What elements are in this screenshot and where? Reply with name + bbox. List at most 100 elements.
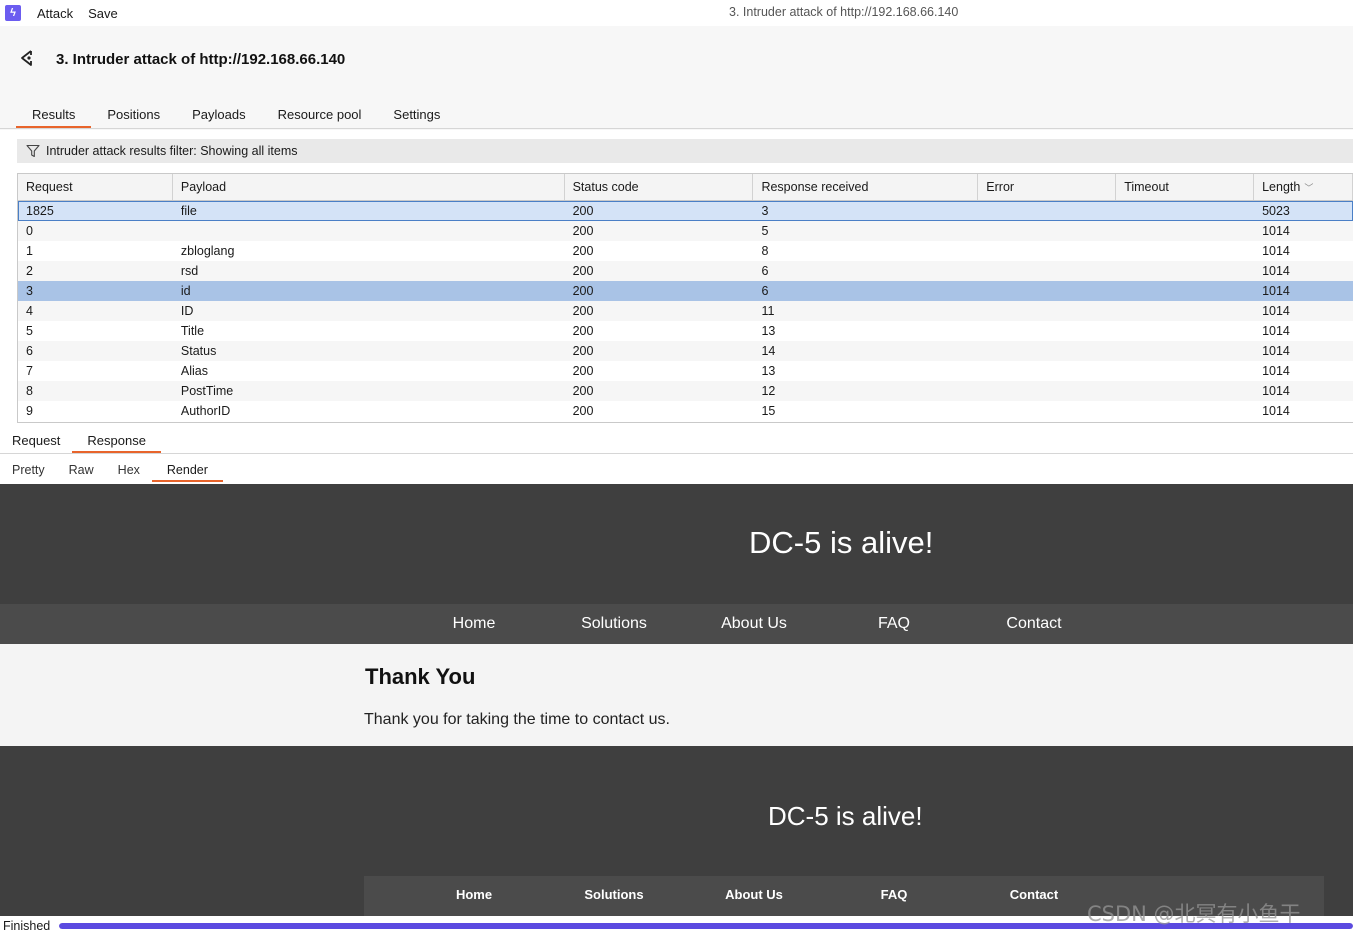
page-title: 3. Intruder attack of http://192.168.66.…	[56, 51, 346, 68]
cell-timeout	[1116, 381, 1254, 401]
cell-request: 8	[26, 384, 33, 398]
cell-response-received: 15	[761, 404, 776, 418]
cell-request: 3	[26, 284, 33, 298]
column-header-response-received[interactable]: Response received	[753, 174, 979, 200]
render-footer-nav-about-us[interactable]: About Us	[684, 876, 824, 914]
attack-header: 3. Intruder attack of http://192.168.66.…	[0, 26, 1353, 130]
cell-payload	[173, 221, 565, 241]
cell-status-code: 200	[572, 224, 594, 238]
render-footer-nav-home[interactable]: Home	[404, 876, 544, 914]
table-row[interactable]: 8 PostTime 200 12 1014	[18, 381, 1353, 401]
render-nav-about-us[interactable]: About Us	[684, 604, 824, 644]
menu-save[interactable]: Save	[88, 6, 118, 21]
cell-timeout	[1116, 401, 1254, 421]
cell-error	[978, 401, 1116, 421]
column-header-length[interactable]: Length ﹀	[1254, 174, 1353, 200]
cell-length: 1014	[1262, 304, 1290, 318]
attack-tabs: Results Positions Payloads Resource pool…	[16, 106, 456, 130]
render-footer-nav-contact[interactable]: Contact	[964, 876, 1104, 914]
column-header-status-code[interactable]: Status code	[565, 174, 754, 200]
cell-response-received: 12	[761, 384, 776, 398]
cell-request: 4	[26, 304, 33, 318]
cell-response-received: 8	[761, 244, 769, 258]
filter-text: Intruder attack results filter: Showing …	[46, 144, 298, 158]
cell-status-code: 200	[572, 304, 594, 318]
tab-raw[interactable]: Raw	[57, 458, 106, 482]
table-row[interactable]: 4 ID 200 11 1014	[18, 301, 1353, 321]
render-nav-faq[interactable]: FAQ	[824, 604, 964, 644]
status-text: Finished	[3, 919, 51, 933]
render-site-title: DC-5 is alive!	[749, 525, 934, 560]
table-row[interactable]: 3 id 200 6 1014	[18, 281, 1353, 301]
cell-status-code: 200	[572, 284, 594, 298]
results-table: Request Payload Status code Response rec…	[17, 173, 1353, 423]
cell-payload: ID	[180, 304, 194, 318]
cell-request: 1	[26, 244, 33, 258]
tab-resource-pool[interactable]: Resource pool	[262, 106, 378, 128]
table-row[interactable]: 9 AuthorID 200 15 1014	[18, 401, 1353, 421]
cell-error	[978, 381, 1116, 401]
results-filter-bar[interactable]: Intruder attack results filter: Showing …	[17, 139, 1353, 163]
tab-request[interactable]: Request	[0, 428, 72, 453]
cell-length: 1014	[1262, 244, 1290, 258]
table-row[interactable]: 2 rsd 200 6 1014	[18, 261, 1353, 281]
render-footer-nav-faq[interactable]: FAQ	[824, 876, 964, 914]
cell-length: 1014	[1262, 284, 1290, 298]
render-nav-home[interactable]: Home	[404, 604, 544, 644]
cell-request: 1825	[26, 204, 54, 218]
table-row[interactable]: 7 Alias 200 13 1014	[18, 361, 1353, 381]
cell-timeout	[1116, 221, 1254, 241]
tab-positions[interactable]: Positions	[91, 106, 176, 128]
tab-hex[interactable]: Hex	[106, 458, 152, 482]
render-nav-contact[interactable]: Contact	[964, 604, 1104, 644]
table-row[interactable]: 5 Title 200 13 1014	[18, 321, 1353, 341]
column-header-timeout[interactable]: Timeout	[1116, 174, 1255, 200]
cell-timeout	[1116, 261, 1254, 281]
cell-status-code: 200	[572, 384, 594, 398]
table-header: Request Payload Status code Response rec…	[18, 174, 1353, 201]
menu-attack[interactable]: Attack	[37, 6, 73, 21]
table-row[interactable]: 0 200 5 1014	[18, 221, 1353, 241]
cell-timeout	[1116, 341, 1254, 361]
column-header-payload[interactable]: Payload	[173, 174, 565, 200]
render-nav-solutions[interactable]: Solutions	[544, 604, 684, 644]
cell-length: 5023	[1262, 204, 1290, 218]
status-bar: Finished CSDN @北冥有小鱼干	[0, 902, 1353, 941]
cell-payload: Status	[180, 344, 217, 358]
burp-app-icon: ϟ	[5, 5, 21, 21]
cell-request: 0	[26, 224, 33, 238]
cell-response-received: 5	[761, 224, 769, 238]
tab-payloads[interactable]: Payloads	[176, 106, 261, 128]
render-footer-title: DC-5 is alive!	[768, 801, 923, 831]
render-footer-nav-solutions[interactable]: Solutions	[544, 876, 684, 914]
cell-request: 5	[26, 324, 33, 338]
render-footer: DC-5 is alive! Home Solutions About Us F…	[0, 746, 1353, 916]
cell-length: 1014	[1262, 264, 1290, 278]
sort-descending-icon: ﹀	[1304, 183, 1314, 193]
tab-render[interactable]: Render	[151, 458, 223, 482]
render-site-header: DC-5 is alive!	[0, 484, 1353, 604]
cell-error	[978, 281, 1116, 301]
table-row[interactable]: 6 Status 200 14 1014	[18, 341, 1353, 361]
column-header-error[interactable]: Error	[978, 174, 1117, 200]
tab-results[interactable]: Results	[16, 106, 92, 128]
cell-length: 1014	[1262, 344, 1290, 358]
table-row[interactable]: 1 zbloglang 200 8 1014	[18, 241, 1353, 261]
table-row[interactable]: 1825 file 200 3 5023	[18, 201, 1353, 221]
cell-error	[978, 241, 1116, 261]
tab-settings[interactable]: Settings	[377, 106, 456, 128]
intruder-icon[interactable]	[17, 47, 39, 69]
cell-length: 1014	[1262, 224, 1290, 238]
cell-request: 2	[26, 264, 33, 278]
cell-error	[978, 301, 1116, 321]
cell-response-received: 11	[761, 304, 775, 318]
cell-response-received: 13	[761, 364, 776, 378]
cell-status-code: 200	[572, 364, 594, 378]
column-header-request[interactable]: Request	[18, 174, 173, 200]
cell-timeout	[1116, 301, 1254, 321]
cell-error	[978, 361, 1116, 381]
tab-pretty[interactable]: Pretty	[0, 458, 57, 482]
divider	[0, 128, 1353, 129]
tab-response[interactable]: Response	[72, 428, 161, 453]
cell-length: 1014	[1262, 384, 1290, 398]
